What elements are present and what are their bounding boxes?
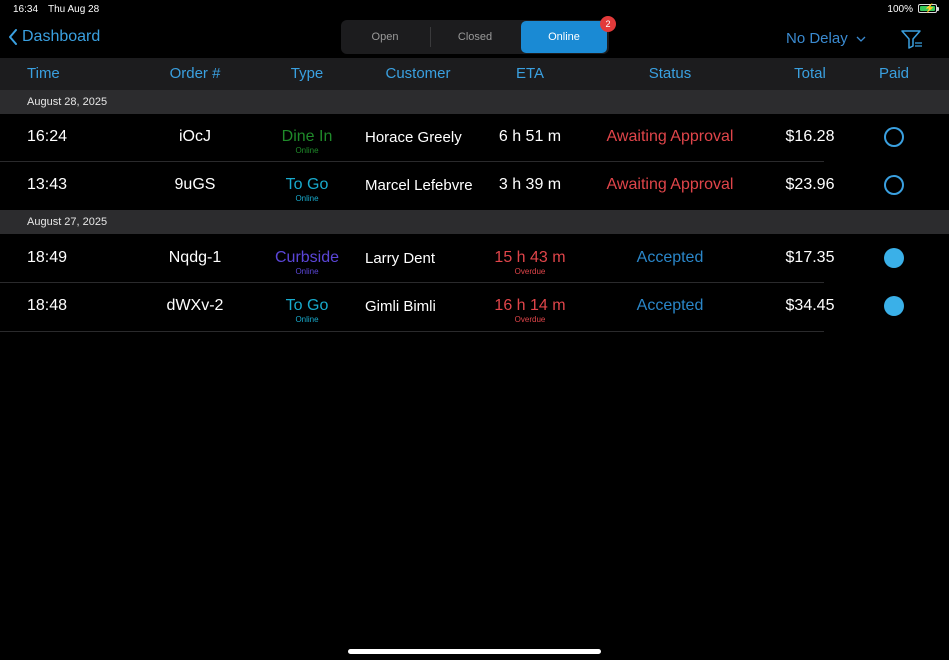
order-time: 18:48 — [27, 297, 68, 314]
order-type-label: To Go — [285, 176, 329, 193]
chevron-left-icon — [9, 29, 17, 45]
order-type: Dine In Online — [262, 128, 352, 156]
customer-name: Marcel Lefebvre — [365, 177, 473, 194]
order-time: 16:24 — [27, 128, 68, 145]
order-number: dWXv-2 — [166, 297, 224, 314]
order-filter-segmented-control: Open Closed Online 2 — [341, 16, 616, 54]
overdue-label: Overdue — [514, 315, 546, 324]
order-eta: 15 h 43 m Overdue — [480, 249, 580, 277]
order-type: To Go Online — [262, 176, 352, 204]
paid-indicator[interactable] — [884, 127, 904, 147]
eta-value: 3 h 39 m — [498, 176, 562, 193]
order-eta: 6 h 51 m — [480, 128, 580, 146]
order-status: Accepted — [636, 297, 704, 314]
customer-name: Horace Greely — [365, 129, 462, 146]
column-header-eta[interactable]: ETA — [480, 58, 580, 90]
order-status: Awaiting Approval — [606, 128, 734, 145]
section-date: August 28, 2025 — [27, 96, 108, 108]
order-total: $16.28 — [785, 128, 835, 145]
nav-bar: Dashboard Open Closed Online 2 No Delay — [0, 16, 949, 58]
battery-icon: ⚡ — [918, 4, 939, 13]
order-status: Awaiting Approval — [606, 176, 734, 193]
order-status: Accepted — [636, 249, 704, 266]
order-type: Curbside Online — [262, 249, 352, 277]
order-type-label: To Go — [285, 297, 329, 314]
order-eta: 16 h 14 m Overdue — [480, 297, 580, 325]
battery-percentage: 100% — [887, 4, 913, 15]
order-type-label: Dine In — [281, 128, 333, 145]
online-count-badge: 2 — [600, 16, 616, 32]
order-type-source: Online — [295, 267, 319, 276]
order-total: $17.35 — [785, 249, 835, 266]
column-header-customer[interactable]: Customer — [368, 58, 468, 90]
order-type-source: Online — [295, 315, 319, 324]
segment-online[interactable]: Online — [521, 21, 607, 53]
order-row[interactable]: 18:48 dWXv-2 To Go Online Gimli Bimli 16… — [0, 283, 949, 330]
order-time: 18:49 — [27, 249, 68, 266]
delay-dropdown[interactable]: No Delay — [786, 30, 866, 47]
back-button[interactable]: Dashboard — [8, 28, 100, 46]
order-number: Nqdg-1 — [168, 249, 222, 266]
order-type-label: Curbside — [274, 249, 340, 266]
column-header-time[interactable]: Time — [27, 58, 60, 90]
filter-button[interactable] — [901, 29, 923, 54]
table-header: Time Order # Type Customer ETA Status To… — [0, 58, 949, 90]
segment-open[interactable]: Open — [341, 20, 429, 54]
column-header-order[interactable]: Order # — [150, 58, 240, 90]
back-button-label: Dashboard — [22, 28, 101, 45]
status-date: Thu Aug 28 — [48, 4, 100, 15]
order-type: To Go Online — [262, 297, 352, 325]
order-total: $34.45 — [785, 297, 835, 314]
eta-value: 16 h 14 m — [494, 297, 566, 314]
overdue-label: Overdue — [514, 267, 546, 276]
segment-closed[interactable]: Closed — [431, 20, 519, 54]
filter-icon — [901, 30, 922, 49]
order-type-source: Online — [295, 194, 319, 203]
customer-name: Gimli Bimli — [365, 298, 436, 315]
order-time: 13:43 — [27, 176, 68, 193]
column-header-paid[interactable]: Paid — [869, 58, 919, 90]
home-indicator — [348, 649, 601, 654]
status-time: 16:34 — [13, 4, 39, 15]
delay-value: No Delay — [786, 30, 848, 47]
order-row[interactable]: 16:24 iOcJ Dine In Online Horace Greely … — [0, 114, 949, 161]
order-row[interactable]: 13:43 9uGS To Go Online Marcel Lefebvre … — [0, 162, 949, 209]
row-divider — [0, 331, 824, 332]
paid-indicator[interactable] — [884, 296, 904, 316]
status-bar: 16:34 Thu Aug 28 100% ⚡ — [0, 0, 949, 20]
column-header-type[interactable]: Type — [262, 58, 352, 90]
order-total: $23.96 — [785, 176, 835, 193]
order-type-source: Online — [295, 146, 319, 155]
order-number: iOcJ — [179, 128, 211, 145]
eta-value: 15 h 43 m — [494, 249, 566, 266]
order-eta: 3 h 39 m — [480, 176, 580, 194]
column-header-total[interactable]: Total — [770, 58, 850, 90]
customer-name: Larry Dent — [365, 250, 436, 267]
paid-indicator[interactable] — [884, 248, 904, 268]
date-section-header: August 28, 2025 — [0, 90, 949, 114]
eta-value: 6 h 51 m — [498, 128, 562, 145]
chevron-down-icon — [856, 36, 866, 42]
order-row[interactable]: 18:49 Nqdg-1 Curbside Online Larry Dent … — [0, 235, 949, 282]
date-section-header: August 27, 2025 — [0, 210, 949, 234]
section-date: August 27, 2025 — [27, 216, 108, 228]
order-number: 9uGS — [174, 176, 216, 193]
paid-indicator[interactable] — [884, 175, 904, 195]
column-header-status[interactable]: Status — [595, 58, 745, 90]
